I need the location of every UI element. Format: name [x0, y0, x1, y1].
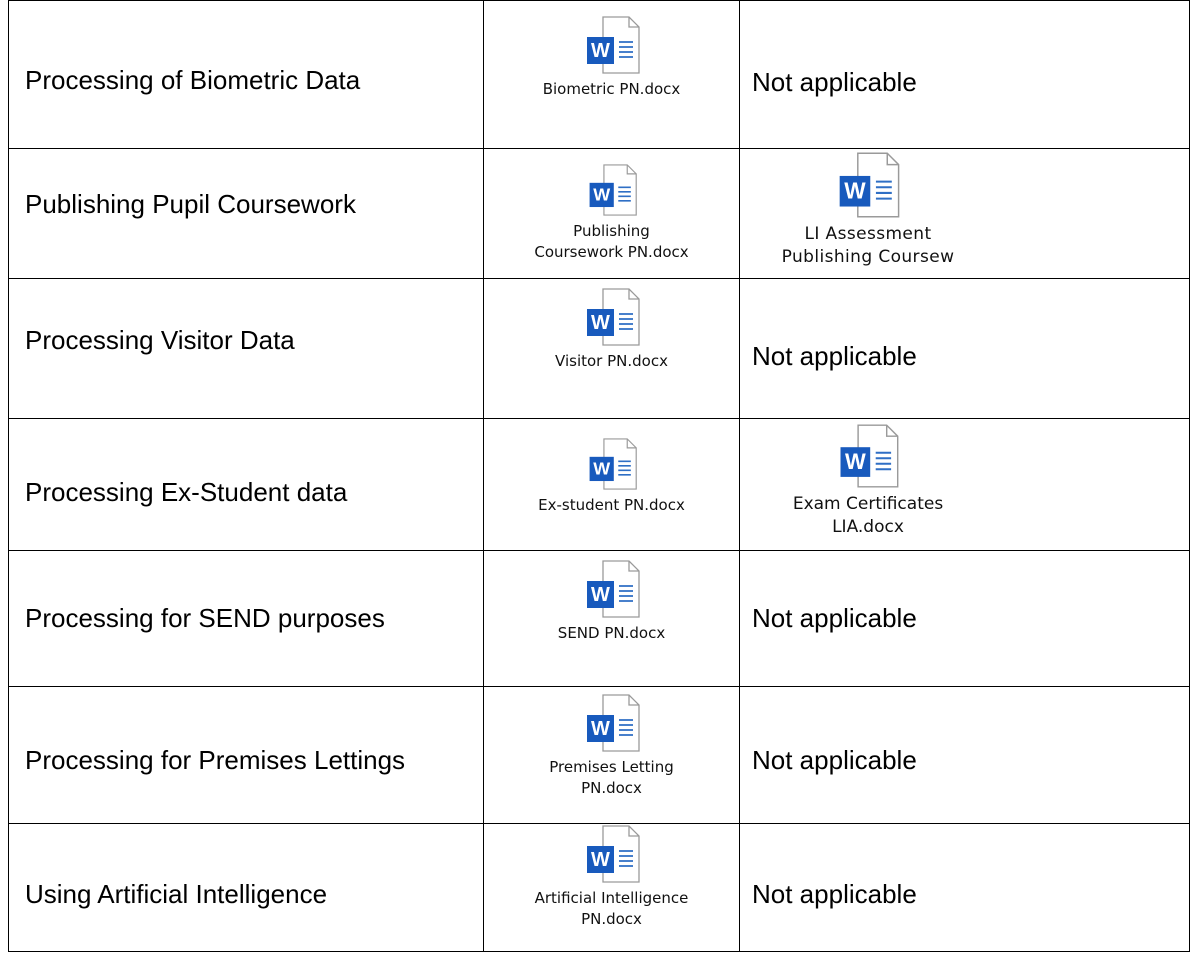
word-document-icon: W — [583, 693, 641, 753]
svg-text:W: W — [591, 718, 610, 740]
word-document-icon: W — [583, 559, 641, 619]
row-title: Processing Visitor Data — [25, 325, 295, 355]
assessment-cell: Not applicable — [739, 550, 1190, 687]
notice-cell: W SEND PN.docx — [483, 550, 740, 687]
file-attachment[interactable]: W Publishing Coursework PN.docx — [484, 163, 739, 263]
table-row: Processing Visitor Data W Visitor PN.doc… — [8, 278, 1190, 419]
table-row: Processing of Biometric Data W Biometric… — [8, 0, 1190, 149]
table-row: Processing for Premises Lettings W Premi… — [8, 686, 1190, 824]
word-document-icon: W — [583, 15, 641, 75]
word-document-icon: W — [836, 423, 900, 489]
file-attachment[interactable]: W Biometric PN.docx — [484, 15, 739, 100]
row-title: Processing of Biometric Data — [25, 65, 361, 95]
assessment-cell: Not applicable — [739, 686, 1190, 824]
file-name: Visitor PN.docx — [555, 352, 668, 370]
svg-text:W: W — [591, 40, 610, 62]
row-title-cell: Processing of Biometric Data — [8, 0, 484, 149]
file-name: Premises Letting PN.docx — [549, 758, 674, 797]
notice-cell: W Biometric PN.docx — [483, 0, 740, 149]
word-document-icon: W — [835, 151, 901, 219]
word-document-icon: W — [586, 163, 638, 217]
assessment-cell: Not applicable — [739, 823, 1190, 952]
not-applicable-text: Not applicable — [752, 879, 917, 909]
row-title-cell: Processing for Premises Lettings — [8, 686, 484, 824]
word-document-icon: W — [583, 824, 641, 884]
file-name: Biometric PN.docx — [542, 80, 681, 98]
word-document-icon: W — [583, 287, 641, 347]
row-title-cell: Processing for SEND purposes — [8, 550, 484, 687]
table-row: Processing for SEND purposes W SEND PN.d… — [8, 550, 1190, 687]
svg-text:W: W — [591, 849, 610, 871]
table-row: Using Artificial Intelligence W Artifici… — [8, 823, 1190, 952]
notice-cell: W Premises Letting PN.docx — [483, 686, 740, 824]
notice-cell: W Publishing Coursework PN.docx — [483, 148, 740, 279]
svg-text:W: W — [591, 584, 610, 606]
notice-cell: W Ex-student PN.docx — [483, 418, 740, 551]
assessment-cell: W Exam Certificates LIA.docx — [739, 418, 1190, 551]
file-attachment[interactable]: W Visitor PN.docx — [484, 287, 739, 372]
not-applicable-text: Not applicable — [752, 341, 917, 371]
not-applicable-text: Not applicable — [752, 603, 917, 633]
assessment-cell: Not applicable — [739, 278, 1190, 419]
file-name: Publishing Coursework PN.docx — [534, 222, 689, 261]
svg-text:W: W — [593, 459, 610, 479]
file-attachment[interactable]: W Premises Letting PN.docx — [484, 693, 739, 799]
privacy-notices-table: Processing of Biometric Data W Biometric… — [8, 0, 1190, 952]
file-name: LI Assessment Publishing Coursew — [781, 224, 955, 267]
row-title: Processing for SEND purposes — [25, 603, 385, 633]
file-name: Ex-student PN.docx — [538, 496, 685, 514]
row-title: Processing for Premises Lettings — [25, 745, 406, 775]
row-title-cell: Processing Ex-Student data — [8, 418, 484, 551]
row-title-cell: Processing Visitor Data — [8, 278, 484, 419]
table-row: Publishing Pupil Coursework W Publishing… — [8, 148, 1190, 279]
file-attachment[interactable]: W Exam Certificates LIA.docx — [740, 423, 996, 539]
not-applicable-text: Not applicable — [752, 745, 917, 775]
svg-text:W: W — [844, 178, 866, 204]
file-attachment[interactable]: W Artificial Intelligence PN.docx — [484, 824, 739, 930]
svg-text:W: W — [593, 185, 610, 205]
svg-text:W: W — [845, 449, 866, 474]
svg-text:W: W — [591, 312, 610, 334]
file-name: Artificial Intelligence PN.docx — [534, 889, 689, 928]
not-applicable-text: Not applicable — [752, 67, 917, 97]
file-name: SEND PN.docx — [557, 624, 666, 642]
row-title-cell: Publishing Pupil Coursework — [8, 148, 484, 279]
row-title: Processing Ex-Student data — [25, 477, 348, 507]
assessment-cell: Not applicable — [739, 0, 1190, 149]
table-row: Processing Ex-Student data W Ex-student … — [8, 418, 1190, 551]
row-title-cell: Using Artificial Intelligence — [8, 823, 484, 952]
file-attachment[interactable]: W LI Assessment Publishing Coursew — [740, 151, 996, 269]
row-title: Using Artificial Intelligence — [25, 879, 328, 909]
word-document-icon: W — [586, 437, 638, 491]
assessment-cell: W LI Assessment Publishing Coursew — [739, 148, 1190, 279]
notice-cell: W Artificial Intelligence PN.docx — [483, 823, 740, 952]
file-attachment[interactable]: W SEND PN.docx — [484, 559, 739, 644]
row-title: Publishing Pupil Coursework — [25, 189, 356, 219]
notice-cell: W Visitor PN.docx — [483, 278, 740, 419]
file-attachment[interactable]: W Ex-student PN.docx — [484, 437, 739, 516]
file-name: Exam Certificates LIA.docx — [792, 494, 944, 537]
